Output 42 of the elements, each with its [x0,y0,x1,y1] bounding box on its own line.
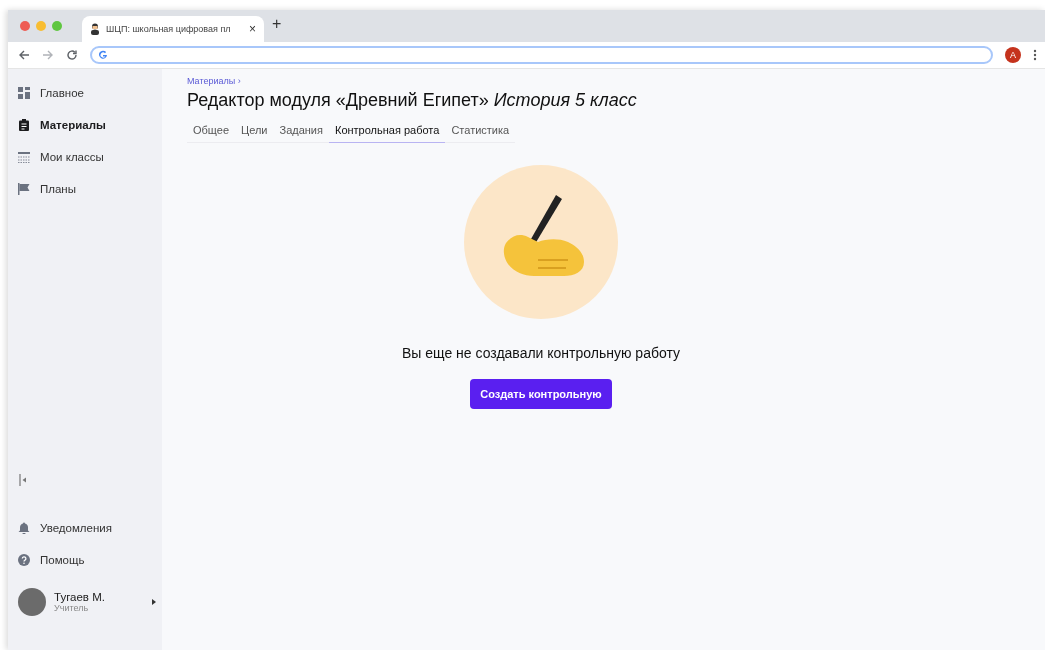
sidebar-item[interactable]: Планы [18,173,162,205]
maximize-window-dot[interactable] [52,21,62,31]
tab[interactable]: Цели [235,121,274,143]
user-profile[interactable]: Тугаев М. Учитель [18,588,162,616]
grid-icon [18,87,30,99]
person-icon [90,23,100,35]
empty-state-message: Вы еще не создавали контрольную работу [402,345,680,361]
clipboard-icon [18,119,30,131]
bell-icon [18,522,30,534]
tab[interactable]: Контрольная работа [328,121,446,143]
tab[interactable]: Статистика [445,121,516,143]
create-test-button[interactable]: Создать контрольную [470,379,612,409]
sidebar-item[interactable]: Главное [18,77,162,109]
page-title: Редактор модуля «Древний Египет» История 5 класс [187,90,638,111]
user-name: Тугаев М. [54,591,106,603]
tab-title: ШЦП: школьная цифровая пл [106,24,232,34]
flag-icon [18,183,30,195]
new-tab-button[interactable]: + [272,15,282,37]
back-arrow-icon[interactable] [18,49,30,61]
user-avatar [18,588,46,616]
collapse-sidebar-icon[interactable] [19,474,27,486]
browser-tab[interactable]: ШЦП: школьная цифровая пл × [82,16,264,42]
breadcrumb-link[interactable]: Материалы › [187,76,1045,86]
sidebar-item[interactable]: Материалы [18,109,162,141]
minimize-window-dot[interactable] [36,21,46,31]
profile-avatar[interactable]: А [1005,47,1021,63]
caret-icon [152,599,156,605]
close-window-dot[interactable] [20,21,30,31]
address-bar[interactable] [90,46,993,64]
user-role: Учитель [54,603,90,613]
sidebar-item[interactable]: Помощь [18,544,162,576]
tab[interactable]: Общее [187,121,236,143]
tab[interactable]: Задания [273,121,329,143]
more-menu-icon[interactable] [1033,49,1037,61]
table-icon [18,151,30,163]
forward-arrow-icon[interactable] [42,49,54,61]
sidebar-item[interactable]: Мои классы [18,141,162,173]
help-icon [18,554,30,566]
close-tab-button[interactable]: × [249,22,256,36]
google-icon [98,50,108,60]
sidebar-item[interactable]: Уведомления [18,512,162,544]
reload-icon[interactable] [66,49,78,61]
